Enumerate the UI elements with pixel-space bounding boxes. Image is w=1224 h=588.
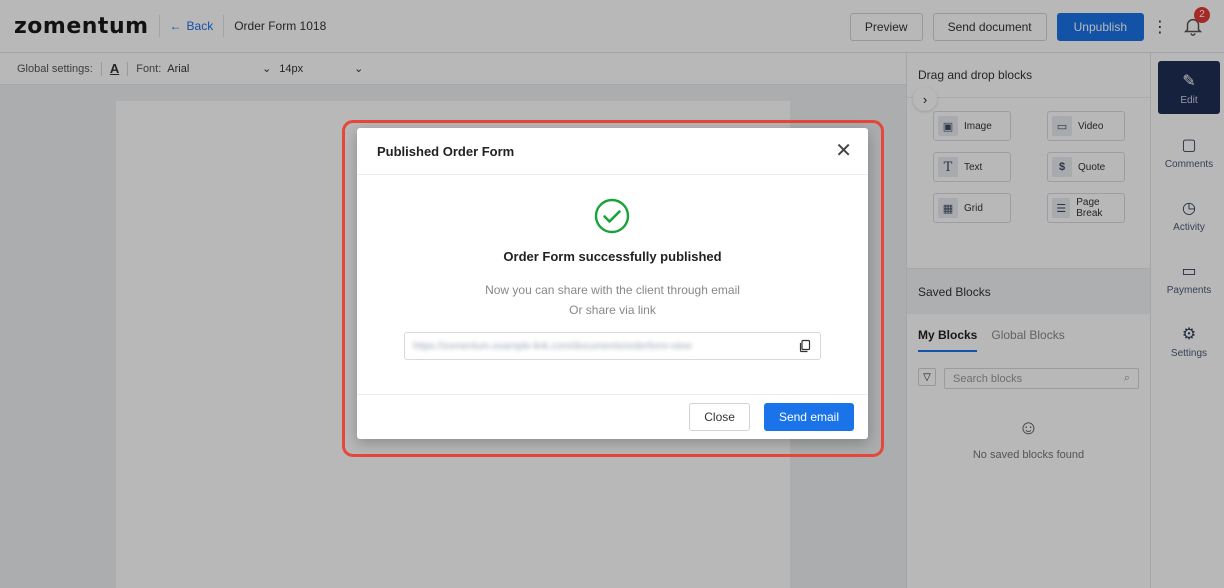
share-line-email: Now you can share with the client throug… [485, 283, 740, 297]
dialog-header: Published Order Form ✕ [357, 128, 868, 175]
check-circle-icon [594, 198, 630, 234]
published-dialog: Published Order Form ✕ Order Form succes… [357, 128, 868, 439]
close-button[interactable]: Close [689, 403, 750, 431]
close-icon[interactable]: ✕ [835, 141, 852, 161]
share-line-link: Or share via link [569, 303, 656, 317]
share-link-field[interactable]: https://zomentum.example-link.com/docume… [404, 332, 821, 360]
copy-icon[interactable] [798, 339, 812, 353]
dialog-footer: Close Send email [357, 394, 868, 439]
share-instructions: Now you can share with the client throug… [357, 280, 868, 320]
send-email-button[interactable]: Send email [763, 403, 854, 431]
success-message: Order Form successfully published [503, 249, 722, 264]
share-link-value: https://zomentum.example-link.com/docume… [413, 340, 692, 352]
dialog-title: Published Order Form [377, 143, 515, 159]
